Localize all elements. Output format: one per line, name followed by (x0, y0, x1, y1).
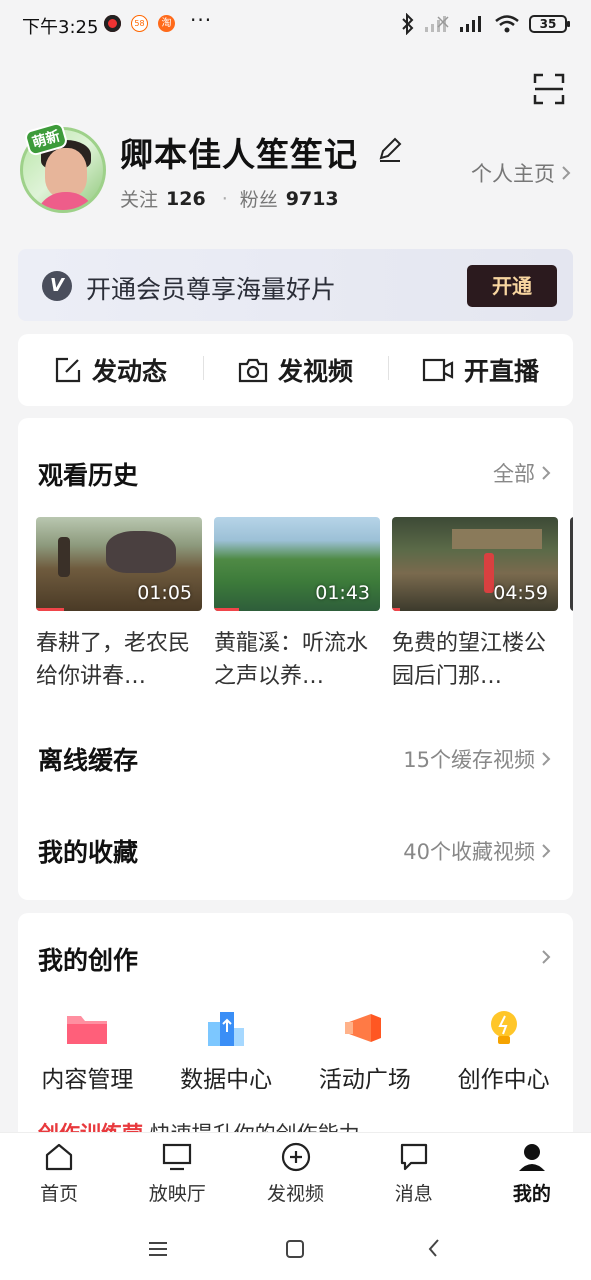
nav-mine[interactable]: 我的 (473, 1133, 591, 1224)
nav-post-video[interactable]: 发视频 (236, 1133, 354, 1224)
taobao-app-icon: 淘 (158, 15, 175, 32)
follow-stats: 关注 126 · 粉丝 9713 (120, 185, 343, 212)
wifi-icon (495, 15, 519, 33)
nav-theater[interactable]: 放映厅 (118, 1133, 236, 1224)
edit-square-icon (55, 357, 81, 383)
following-label[interactable]: 关注 (120, 185, 158, 212)
content-management-tool[interactable]: 内容管理 (18, 1008, 157, 1094)
chevron-right-icon (542, 844, 551, 858)
scan-icon[interactable] (533, 73, 565, 105)
record-app-icon (104, 15, 121, 32)
nav-home[interactable]: 首页 (0, 1133, 118, 1224)
video-thumbnail: 01:43 (214, 517, 380, 611)
video-title: 黄龍溪：听流水之声以养… (214, 631, 369, 689)
creator-center-tool[interactable]: 创作中心 (434, 1008, 573, 1094)
video-thumbnail: 04:59 (392, 517, 558, 611)
history-item[interactable]: 04:59 免费的望江楼公园后门那… (392, 517, 558, 693)
vip-open-button[interactable]: 开通 (467, 265, 557, 307)
data-center-tool[interactable]: 数据中心 (157, 1008, 296, 1094)
favorites-title: 我的收藏 (38, 838, 139, 867)
offline-cache-row[interactable]: 离线缓存 15个缓存视频 (18, 726, 573, 786)
status-bar: 下午3:25 58 淘 ··· 35 (0, 0, 591, 50)
creation-title: 我的创作 (38, 946, 139, 975)
megaphone-icon (344, 1014, 381, 1042)
tv-icon (163, 1143, 192, 1171)
history-card: 观看历史 全部 01:05 春耕了，老农民给你讲春… 01:43 黄龍溪：听流水… (18, 418, 573, 900)
vip-text: 开通会员尊享海量好片 (86, 275, 337, 304)
offline-cache-title: 离线缓存 (38, 746, 139, 775)
menu-icon[interactable] (143, 1234, 173, 1264)
homepage-link[interactable]: 个人主页 (471, 158, 571, 188)
post-dynamic-button[interactable]: 发动态 (18, 352, 203, 388)
video-title: 春耕了，老农民给你讲春… (36, 631, 191, 689)
bluetooth-icon (402, 13, 414, 35)
bottom-nav: 首页 放映厅 发视频 消息 我的 (0, 1132, 591, 1224)
favorites-row[interactable]: 我的收藏 40个收藏视频 (18, 818, 573, 878)
creation-tools: 内容管理 数据中心 活动广场 创作中心 (18, 1008, 573, 1094)
lightbulb-icon (490, 1011, 517, 1044)
folder-icon (67, 1016, 108, 1044)
watch-progress-bar (392, 608, 401, 611)
person-icon (518, 1144, 545, 1171)
history-all-link[interactable]: 全部 (493, 458, 551, 488)
camera-icon (238, 358, 268, 383)
history-item[interactable]: 01:05 春耕了，老农民给你讲春… (36, 517, 202, 693)
fans-count[interactable]: 9713 (286, 188, 339, 210)
video-duration: 04:59 (493, 582, 548, 604)
video-thumbnail: 01:05 (36, 517, 202, 611)
back-icon[interactable] (418, 1234, 448, 1264)
signal-sim2-icon (425, 16, 449, 32)
video-title: 免费的望江楼公园后门那… (392, 631, 547, 689)
homepage-link-label: 个人主页 (471, 162, 555, 186)
data-chart-icon (208, 1012, 245, 1046)
chevron-right-icon (542, 466, 551, 480)
watch-progress-bar (214, 608, 239, 611)
status-time: 下午3:25 (22, 17, 99, 38)
edit-name-icon[interactable] (376, 136, 404, 164)
58-app-icon: 58 (131, 15, 148, 32)
video-duration: 01:43 (315, 582, 370, 604)
home-square-icon[interactable] (280, 1234, 310, 1264)
message-icon (400, 1143, 427, 1171)
following-count[interactable]: 126 (166, 188, 206, 210)
chevron-right-icon (562, 166, 571, 180)
post-video-button[interactable]: 发视频 (203, 352, 388, 388)
chevron-right-icon[interactable] (541, 949, 551, 965)
chevron-right-icon (542, 752, 551, 766)
activity-square-tool[interactable]: 活动广场 (296, 1008, 435, 1094)
fans-label[interactable]: 粉丝 (240, 185, 278, 212)
vip-banner[interactable]: V 开通会员尊享海量好片 开通 (18, 249, 573, 321)
watch-progress-bar (36, 608, 65, 611)
offline-cache-detail: 15个缓存视频 (403, 744, 551, 774)
history-list: 01:05 春耕了，老农民给你讲春… 01:43 黄龍溪：听流水之声以养… 04… (36, 517, 573, 697)
go-live-button[interactable]: 开直播 (388, 352, 573, 388)
signal-icon (460, 16, 481, 32)
history-item-partial[interactable] (570, 517, 573, 611)
username: 卿本佳人笙笙记 (120, 135, 358, 174)
home-icon (45, 1143, 73, 1171)
battery-icon: 35 (529, 15, 570, 33)
vip-icon: V (42, 271, 72, 301)
history-item[interactable]: 01:43 黄龍溪：听流水之声以养… (214, 517, 380, 693)
creation-card: 我的创作 内容管理 数据中心 活动广场 创作中心 创作训练营 快速提升你的创作能… (18, 913, 573, 1153)
more-notifications-icon: ··· (190, 8, 213, 32)
system-nav-bar (0, 1224, 591, 1280)
video-camera-icon (422, 358, 454, 382)
quick-actions: 发动态 发视频 开直播 (18, 334, 573, 406)
history-title: 观看历史 (38, 461, 139, 490)
nav-messages[interactable]: 消息 (355, 1133, 473, 1224)
plus-circle-icon (281, 1142, 310, 1172)
video-duration: 01:05 (137, 582, 192, 604)
favorites-detail: 40个收藏视频 (403, 836, 551, 866)
